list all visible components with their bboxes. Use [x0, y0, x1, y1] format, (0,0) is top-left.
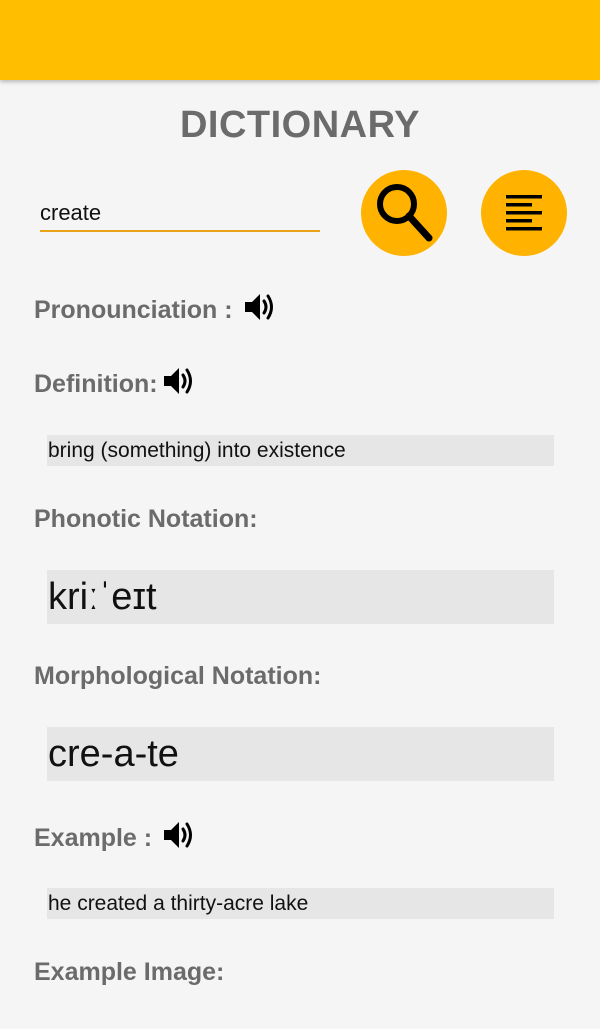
example-text: he created a thirty-acre lake	[48, 891, 309, 915]
pronunciation-label: Pronounciation :	[34, 296, 233, 324]
definition-text-box: bring (something) into existence	[47, 435, 554, 466]
speaker-icon	[244, 294, 273, 320]
speaker-icon	[163, 368, 192, 394]
example-image-label: Example Image:	[34, 958, 225, 986]
phonetic-label: Phonotic Notation:	[34, 505, 258, 533]
example-text-box: he created a thirty-acre lake	[47, 888, 554, 919]
definition-speaker-button[interactable]	[162, 365, 196, 404]
morphological-text-box: cre-a-te	[47, 727, 554, 781]
example-label: Example :	[34, 824, 153, 852]
speaker-icon	[164, 822, 193, 848]
search-icon	[377, 184, 433, 242]
search-button[interactable]	[361, 170, 447, 256]
pronunciation-speaker-button[interactable]	[243, 291, 277, 330]
example-row: Example :	[34, 819, 196, 858]
page-title: DICTIONARY	[179, 104, 421, 146]
definition-label: Definition:	[34, 370, 158, 398]
example-speaker-button[interactable]	[162, 819, 196, 858]
phonetic-text-box: kriːˈeɪt	[47, 570, 554, 624]
menu-lines-icon	[506, 195, 542, 231]
search-input[interactable]	[40, 196, 320, 232]
definition-text: bring (something) into existence	[48, 438, 346, 462]
phonetic-text: kriːˈeɪt	[48, 575, 157, 618]
top-app-bar	[0, 0, 600, 80]
morphological-label: Morphological Notation:	[34, 662, 322, 690]
menu-button[interactable]	[481, 170, 567, 256]
pronunciation-row: Pronounciation :	[34, 291, 277, 330]
morphological-text: cre-a-te	[48, 732, 179, 775]
definition-row: Definition:	[34, 365, 196, 404]
